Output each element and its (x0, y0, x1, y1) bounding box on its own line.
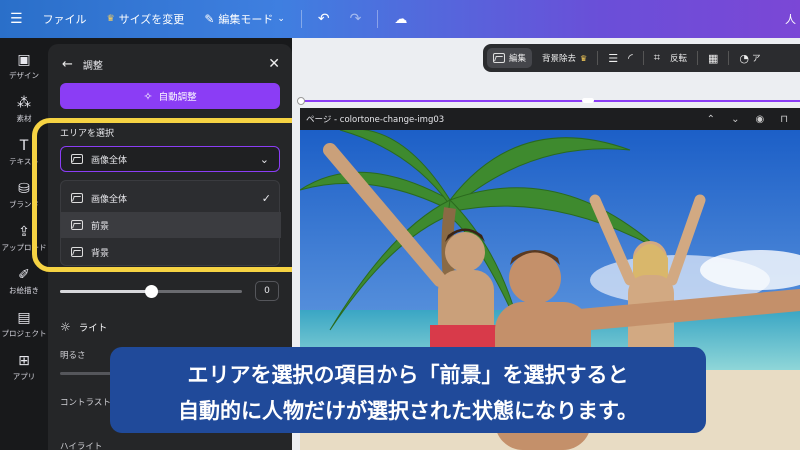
chevron-down-icon[interactable]: ⌄ (731, 114, 739, 125)
rail-label: デザイン (9, 71, 39, 80)
text-icon: T (19, 138, 29, 154)
divider (642, 51, 644, 65)
edit-label: 編集 (509, 54, 527, 64)
slider-fill (60, 290, 151, 293)
apps-icon: ◔ (739, 51, 749, 65)
highlight-frame (32, 118, 314, 272)
caption-line-2: 自動的に人物だけが選択された状態になります。 (178, 399, 638, 423)
slider-value-input[interactable]: 0 (255, 281, 279, 301)
sun-icon: ☼ (60, 320, 71, 334)
hamburger-icon: ☰ (10, 11, 23, 27)
page-controls: ⌃ ⌄ ◉ ⊓ (707, 114, 800, 125)
user-name[interactable]: 人 (775, 11, 800, 27)
slider-knob[interactable] (144, 285, 158, 298)
draw-icon: ✐ (18, 267, 30, 283)
bg-remove-label: 背景除去 (542, 54, 577, 64)
rail-label: アプリ (12, 372, 36, 381)
resize-button[interactable]: ♛ サイズを変更 (97, 11, 195, 27)
crop-icon[interactable]: ⌗ (654, 51, 660, 65)
apps-menu[interactable]: ◔ ア (739, 52, 760, 65)
divider (300, 10, 302, 28)
elements-icon: ⁂ (17, 95, 31, 111)
rail-item-design[interactable]: ▣ デザイン (0, 52, 48, 81)
corner-rounding-icon[interactable]: ◜ (628, 51, 633, 65)
page-header: ページ - colortone-change-img03 ⌃ ⌄ ◉ ⊓ (300, 108, 800, 130)
file-label: ファイル (42, 13, 87, 26)
cloud-save-button[interactable]: ☁ (384, 12, 417, 27)
highlight-label: ハイライト (60, 442, 103, 450)
undo-button[interactable]: ↶ (308, 11, 340, 27)
bg-remove-button[interactable]: 背景除去 ♛ (542, 52, 588, 65)
light-section-header[interactable]: ☼ ライト (60, 320, 107, 334)
pencil-icon: ✎ (204, 12, 215, 26)
rail-label: プロジェクト (1, 329, 47, 338)
image-icon (493, 53, 505, 63)
panel-title: 調整 (82, 60, 103, 72)
rail-item-projects[interactable]: ▤ プロジェクト (0, 310, 48, 339)
selection-corner-handle[interactable] (297, 97, 305, 105)
selection-edge-handle[interactable] (582, 98, 594, 103)
brightness-label: 明るさ (60, 351, 86, 361)
hide-icon[interactable]: ◉ (755, 114, 764, 125)
rail-item-apps[interactable]: ⊞ アプリ (0, 353, 48, 382)
upload-icon: ⇪ (18, 224, 30, 240)
menu-button[interactable]: ☰ (0, 11, 33, 27)
border-style-icon[interactable]: ☰ (608, 52, 618, 65)
divider (728, 51, 730, 65)
divider (597, 51, 599, 65)
rail-label: 素材 (16, 114, 32, 123)
selection-border (300, 100, 800, 102)
chevron-down-icon: ⌄ (277, 14, 285, 24)
flip-button[interactable]: 反転 (670, 52, 687, 64)
divider (696, 51, 698, 65)
undo-icon: ↶ (317, 11, 330, 27)
top-bar: ☰ ファイル ♛ サイズを変更 ✎ 編集モード ⌄ ↶ ↷ ☁ 人 (0, 0, 800, 38)
edit-mode-dropdown[interactable]: ✎ 編集モード ⌄ (194, 11, 295, 27)
apps-icon: ⊞ (18, 353, 30, 369)
slider-track[interactable] (60, 285, 242, 298)
rail-label: お絵描き (9, 286, 39, 295)
file-menu[interactable]: ファイル (33, 11, 97, 27)
design-icon: ▣ (17, 52, 31, 68)
transparency-icon[interactable]: ▦ (708, 52, 718, 65)
back-arrow-icon[interactable]: ← (62, 57, 73, 72)
page-label: ページ - colortone-change-img03 (306, 115, 445, 125)
edit-image-button[interactable]: 編集 (487, 48, 533, 68)
brand-icon: ⛁ (18, 181, 30, 197)
resize-label: サイズを変更 (118, 13, 185, 26)
auto-adjust-button[interactable]: ✧ 自動調整 (60, 83, 280, 109)
cloud-icon: ☁ (394, 11, 408, 27)
auto-adjust-label: 自動調整 (158, 92, 197, 103)
panel-header: ← 調整 ✕ (62, 54, 280, 74)
apps-label: ア (751, 54, 761, 64)
close-icon[interactable]: ✕ (268, 56, 280, 72)
lock-icon[interactable]: ⊓ (780, 114, 788, 125)
user-name-label: 人 (785, 13, 796, 26)
contrast-label: コントラスト (60, 398, 111, 408)
light-section-label: ライト (78, 323, 108, 334)
edit-mode-label: 編集モード (218, 13, 274, 26)
chevron-up-icon[interactable]: ⌃ (707, 114, 715, 125)
context-toolbar: 編集 背景除去 ♛ ☰ ◜ ⌗ 反転 ▦ ◔ ア (483, 44, 800, 72)
redo-icon: ↷ (349, 11, 362, 27)
caption-box: エリアを選択の項目から「前景」を選択すると 自動的に人物だけが選択された状態にな… (110, 347, 706, 433)
caption-line-1: エリアを選択の項目から「前景」を選択すると (187, 363, 629, 387)
crown-icon: ♛ (106, 14, 115, 24)
rail-item-draw[interactable]: ✐ お絵描き (0, 267, 48, 296)
magic-wand-icon: ✧ (143, 89, 153, 103)
redo-button[interactable]: ↷ (340, 11, 372, 27)
divider (377, 10, 379, 28)
crown-icon: ♛ (580, 53, 588, 63)
projects-icon: ▤ (17, 310, 31, 326)
